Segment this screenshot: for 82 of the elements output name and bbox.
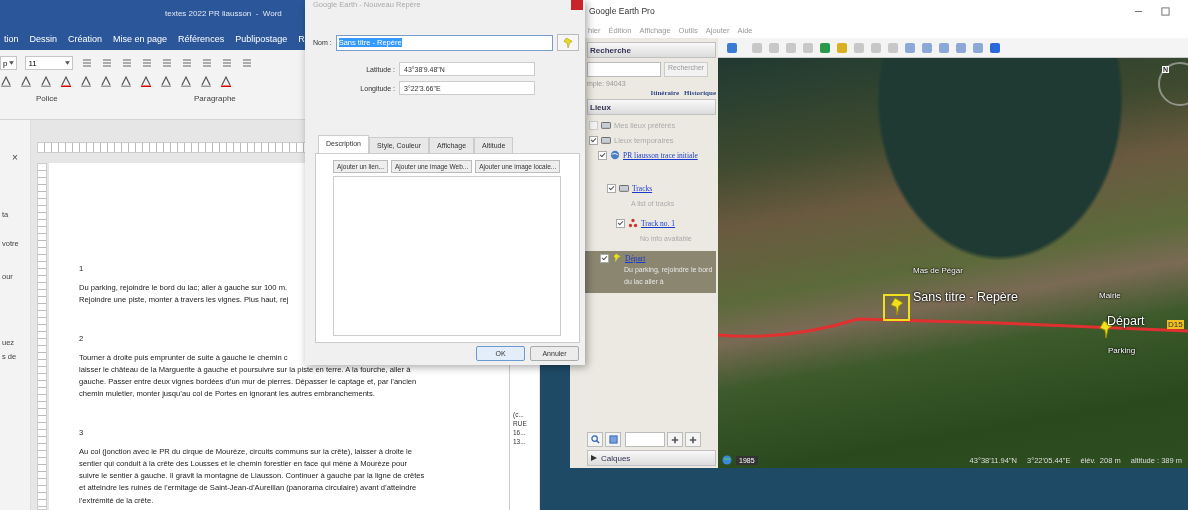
- ribbon-tab[interactable]: tion: [4, 33, 19, 44]
- ribbon-group-label: Police: [36, 94, 58, 103]
- checkbox[interactable]: [589, 120, 598, 130]
- letter-a-icon[interactable]: [100, 75, 112, 87]
- letter-a-icon[interactable]: [120, 75, 132, 87]
- tool-icon[interactable]: [904, 41, 916, 54]
- window-title: Google Earth Pro: [589, 6, 656, 16]
- font-name-dropdown[interactable]: p: [0, 56, 18, 70]
- tool-icon[interactable]: [938, 41, 950, 54]
- pushpin-icon: [563, 36, 573, 49]
- move-down-button[interactable]: [685, 432, 701, 447]
- ribbon-tab[interactable]: Dessin: [29, 33, 58, 44]
- letter-a-icon[interactable]: [80, 75, 92, 87]
- letter-a-icon[interactable]: [40, 75, 52, 87]
- plus-icon: [689, 435, 697, 444]
- selection-frame[interactable]: [883, 294, 910, 321]
- map-label: Mas de Pégar: [913, 266, 963, 275]
- search-icon: [590, 435, 600, 444]
- checkbox[interactable]: [607, 183, 616, 193]
- caret-icon: [9, 61, 15, 65]
- panel-header[interactable]: Calques: [587, 450, 716, 466]
- letter-a-icon[interactable]: [180, 75, 192, 87]
- font-size-dropdown[interactable]: 11: [25, 56, 74, 70]
- move-up-button[interactable]: [667, 432, 683, 447]
- tool-icon[interactable]: [726, 41, 738, 54]
- ribbon-tab[interactable]: Création: [68, 33, 103, 44]
- pane-text: ×: [12, 152, 18, 163]
- description-field[interactable]: [333, 176, 561, 336]
- globe-icon: [610, 150, 620, 160]
- list-icon[interactable]: [221, 57, 234, 69]
- folder-icon: [619, 183, 629, 193]
- plus-icon: [671, 435, 679, 444]
- map-label: Sans titre - Repère: [913, 290, 1018, 304]
- checkbox[interactable]: [598, 150, 607, 160]
- letter-a-icon[interactable]: [200, 75, 212, 87]
- tool-icon[interactable]: [955, 41, 967, 54]
- list-icon[interactable]: [121, 57, 134, 69]
- tool-icon[interactable]: [836, 41, 848, 54]
- checkbox[interactable]: [589, 135, 598, 145]
- checkbox[interactable]: [616, 218, 625, 228]
- checkbox[interactable]: [600, 253, 609, 263]
- letter-a-icon[interactable]: [60, 75, 72, 87]
- globe-icon: [722, 455, 732, 465]
- map-label: Mairie: [1099, 291, 1121, 300]
- caret-icon: [65, 61, 71, 65]
- letter-a-icon[interactable]: [0, 75, 12, 87]
- map-label: Départ: [1107, 314, 1145, 328]
- search-button[interactable]: [587, 432, 603, 447]
- panel-header[interactable]: Recherche: [587, 42, 716, 58]
- panel-toggle-button[interactable]: [605, 432, 621, 447]
- tool-icon[interactable]: [972, 41, 984, 54]
- window-title: textes 2022 PR liausson - Word: [165, 9, 282, 18]
- list-icon[interactable]: [101, 57, 114, 69]
- track-icon: [628, 218, 638, 228]
- list-icon[interactable]: [181, 57, 194, 69]
- search-field[interactable]: [587, 62, 661, 77]
- input-field[interactable]: [625, 432, 665, 447]
- pushpin-icon: [612, 253, 622, 263]
- letter-a-icon[interactable]: [140, 75, 152, 87]
- list-icon[interactable]: [241, 57, 254, 69]
- panel-icon: [608, 435, 618, 444]
- list-icon[interactable]: [81, 57, 94, 69]
- ribbon-tab[interactable]: R: [298, 33, 305, 44]
- maximize-icon[interactable]: [1161, 6, 1170, 16]
- list-icon[interactable]: [161, 57, 174, 69]
- triangle-icon: [591, 455, 597, 461]
- map-label: D15: [1167, 320, 1184, 329]
- icon-button[interactable]: [557, 34, 579, 51]
- letter-a-icon[interactable]: [20, 75, 32, 87]
- ribbon-group-label: Paragraphe: [194, 94, 236, 103]
- tool-icon[interactable]: [819, 41, 831, 54]
- ribbon-tab[interactable]: Mise en page: [113, 33, 168, 44]
- ribbon-tab[interactable]: Publipostage: [235, 33, 288, 44]
- letter-a-icon[interactable]: [160, 75, 172, 87]
- tool-icon[interactable]: [989, 41, 1001, 54]
- map-label: Parking: [1108, 346, 1136, 355]
- panel-header[interactable]: Lieux: [587, 99, 716, 115]
- list-icon[interactable]: [201, 57, 214, 69]
- letter-a-icon[interactable]: [220, 75, 232, 87]
- tool-icon[interactable]: [921, 41, 933, 54]
- list-icon[interactable]: [141, 57, 154, 69]
- ribbon-tab[interactable]: Références: [178, 33, 225, 44]
